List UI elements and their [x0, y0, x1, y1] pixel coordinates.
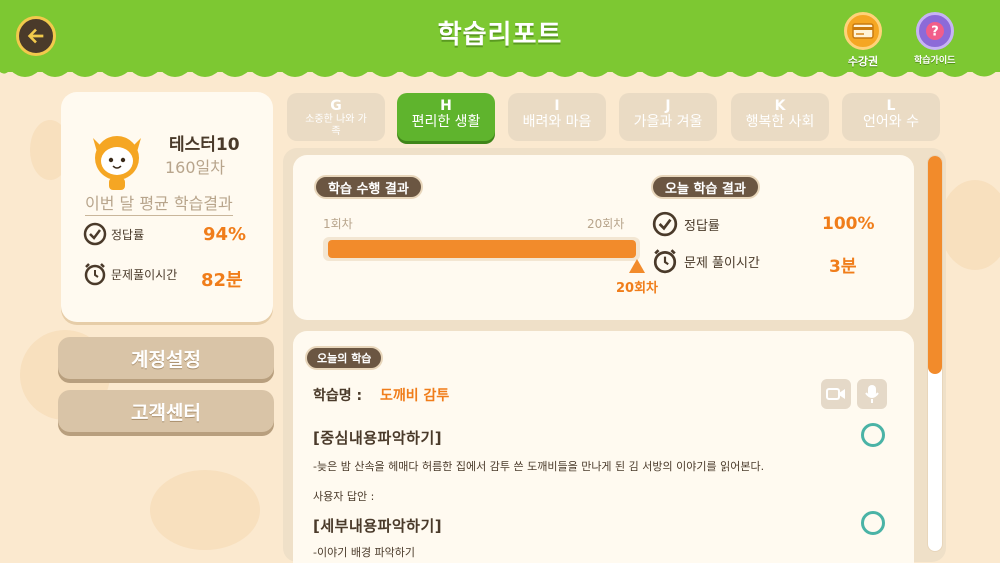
question-icon: ? — [915, 12, 954, 50]
today-time: 문제 풀이시간 — [652, 248, 760, 274]
today-result-title: 오늘 학습 결과 — [651, 175, 760, 199]
tab-l[interactable]: L 언어와 수 — [842, 93, 940, 141]
tab-key: L — [886, 98, 896, 114]
time-value: 82분 — [201, 270, 243, 291]
account-settings-button[interactable]: 계정설정 — [58, 337, 274, 379]
section-detail-desc: -이야기 배경 파악하기 — [313, 546, 416, 559]
tab-title: 행복한 사회 — [745, 114, 815, 130]
today-time-value: 3분 — [829, 257, 857, 277]
tab-key: K — [774, 98, 786, 114]
month-average-title: 이번 달 평균 학습결과 — [85, 190, 233, 216]
ticket-label: 수강권 — [847, 55, 879, 68]
section-main-idea-title: [중심내용파악하기] — [313, 429, 443, 447]
customer-center-button[interactable]: 고객센터 — [58, 390, 274, 432]
status-ring — [861, 511, 885, 535]
progress-title: 학습 수행 결과 — [314, 175, 423, 199]
profile-card: 테스터10 160일차 이번 달 평균 학습결과 정답률 94% 문제풀이시간 … — [61, 92, 273, 322]
accuracy-stat: 정답률 — [83, 222, 144, 246]
tab-title: 배려와 마음 — [522, 114, 592, 130]
tab-h[interactable]: H 편리한 생활 — [397, 93, 495, 141]
guide-label: 학습가이드 — [914, 56, 956, 66]
user-days: 160일차 — [165, 158, 225, 177]
ticket-icon — [844, 12, 882, 50]
alarm-clock-icon — [84, 263, 106, 286]
tab-j[interactable]: J 가을과 겨울 — [619, 93, 717, 141]
background-decoration — [940, 180, 1000, 270]
section-detail-title: [세부내용파악하기] — [313, 517, 443, 535]
ticket-button[interactable]: 수강권 — [844, 12, 882, 69]
microphone-button[interactable] — [857, 379, 887, 409]
check-circle-icon — [83, 222, 107, 246]
avatar — [93, 136, 141, 190]
tab-title: 소중한 나와 가족 — [305, 114, 367, 137]
today-time-label: 문제 풀이시간 — [684, 255, 760, 271]
user-answer-label: 사용자 답안 : — [313, 490, 375, 503]
today-accuracy: 정답률 — [652, 211, 720, 237]
progress-end-label: 20회차 — [587, 217, 625, 231]
tab-key: J — [665, 98, 671, 114]
alarm-clock-icon — [653, 249, 677, 274]
status-ring — [861, 423, 885, 447]
video-camera-icon — [826, 388, 845, 400]
accuracy-value: 94% — [203, 224, 247, 245]
section-main-idea-desc: -늦은 밤 산속을 헤매다 허름한 집에서 감투 쓴 도깨비들을 만나게 된 김… — [313, 460, 765, 473]
guide-button[interactable]: ? 학습가이드 — [914, 12, 955, 66]
time-label: 문제풀이시간 — [111, 267, 178, 282]
svg-text:?: ? — [931, 25, 939, 40]
today-accuracy-value: 100% — [822, 214, 875, 234]
user-name: 테스터10 — [169, 135, 240, 155]
background-decoration — [150, 470, 260, 550]
tab-title: 편리한 생활 — [411, 114, 481, 130]
progress-current-label: 20회차 — [616, 281, 659, 296]
today-study-pill: 오늘의 학습 — [305, 346, 384, 370]
today-accuracy-label: 정답률 — [684, 218, 720, 234]
microphone-icon — [865, 385, 879, 403]
study-name-label: 학습명 : — [313, 388, 363, 404]
tab-key: I — [554, 98, 560, 114]
tab-key: G — [330, 98, 342, 114]
tab-title: 가을과 겨울 — [633, 114, 703, 130]
scrollbar-thumb[interactable] — [928, 156, 942, 374]
tab-key: H — [440, 98, 452, 114]
tab-title: 언어와 수 — [863, 114, 919, 130]
tab-g[interactable]: G 소중한 나와 가족 — [287, 93, 385, 141]
study-name-value: 도깨비 감투 — [380, 388, 450, 404]
tab-k[interactable]: K 행복한 사회 — [731, 93, 829, 141]
progress-fill — [328, 240, 636, 258]
progress-start-label: 1회차 — [323, 217, 353, 231]
check-circle-icon — [652, 211, 678, 237]
accuracy-label: 정답률 — [111, 227, 145, 242]
progress-marker — [629, 259, 645, 273]
time-stat: 문제풀이시간 — [83, 262, 177, 286]
video-button[interactable] — [821, 379, 851, 409]
tab-i[interactable]: I 배려와 마음 — [508, 93, 606, 141]
